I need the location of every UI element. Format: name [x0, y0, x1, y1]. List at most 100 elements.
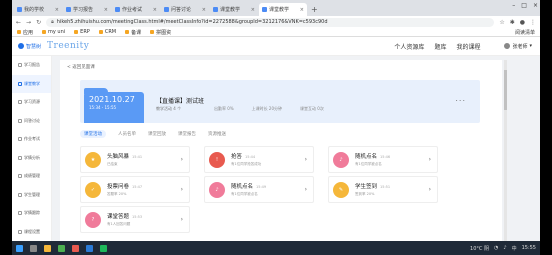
app-icon[interactable]: [72, 244, 79, 252]
tab-resource-push[interactable]: 资源推送: [208, 131, 226, 137]
reload-icon[interactable]: ↻: [36, 19, 41, 26]
sidebar-item-label: 作业考试: [24, 136, 40, 142]
back-link[interactable]: < 返回见面课: [67, 64, 95, 70]
sidebar-item-grades[interactable]: 成绩管理: [12, 167, 51, 186]
sidebar-item-homework[interactable]: 作业考试: [12, 130, 51, 149]
activity-name: 随机点名 15:49: [231, 182, 266, 190]
url-text: hikeh5.zhihuishu.com/meetingClass.html#/…: [56, 19, 328, 25]
close-icon[interactable]: ×: [251, 7, 255, 13]
activity-card[interactable]: ✎ 学生签到 15:51 签到率 20% ›: [328, 176, 438, 203]
back-arrow-icon[interactable]: ←: [16, 19, 21, 26]
sidebar-item-settings[interactable]: 课程设置: [12, 223, 51, 242]
clock[interactable]: 15:55: [522, 245, 536, 251]
address-bar[interactable]: 🔒︎ hikeh5.zhihuishu.com/meetingClass.htm…: [46, 17, 495, 27]
minimize-icon[interactable]: –: [512, 2, 515, 9]
forward-arrow-icon[interactable]: →: [26, 19, 31, 26]
discussion-icon: [18, 118, 22, 123]
network-icon[interactable]: ◔: [494, 245, 498, 251]
bookmark[interactable]: 备课: [125, 29, 141, 36]
session-stats: 出勤率 0% 上课时长 20分钟 课堂互动 0次: [214, 106, 324, 112]
nav-question-bank[interactable]: 题库: [434, 42, 446, 51]
activity-text: 随机点名 15:49 有1位同学被点名: [231, 182, 266, 197]
maximize-icon[interactable]: □: [521, 2, 527, 9]
activity-time: 15:47: [132, 185, 143, 189]
activity-time: 15:41: [132, 155, 143, 159]
sidebar-item-students[interactable]: 学生管理: [12, 186, 51, 205]
folder-icon: [98, 30, 103, 34]
activity-time: 15:51: [380, 185, 391, 189]
weather-widget[interactable]: 10°C 阴: [470, 245, 489, 252]
activity-card[interactable]: ♪ 随机点名 15:46 有1位同学被点名 ›: [328, 146, 438, 173]
bookmark[interactable]: ERP: [74, 29, 90, 35]
activity-card[interactable]: ♪ 随机点名 15:49 有1位同学被点名 ›: [204, 176, 314, 203]
close-icon[interactable]: ×: [104, 7, 108, 13]
attendance-stat: 出勤率 0%: [214, 106, 234, 111]
report-icon: [18, 63, 22, 68]
activity-card[interactable]: ? 课堂答题 15:53 有1人回答问题 ›: [80, 206, 190, 233]
sidebar-item-discussion[interactable]: 问答讨论: [12, 112, 51, 131]
browser-tab-bar: 我的学校 × 学习报告 × 作业考试 × 问答讨论 × 课堂教学 × 课堂教学 × + – …: [12, 0, 540, 16]
ime-indicator[interactable]: 中: [512, 245, 517, 252]
sidebar-item-learning-report[interactable]: 学习报告: [12, 56, 51, 75]
activity-card[interactable]: ! 抢答 15:44 有1位同学抢答成功 ›: [204, 146, 314, 173]
tab-report[interactable]: 课堂报告: [178, 131, 196, 137]
browser-tab[interactable]: 学习报告 ×: [63, 3, 111, 16]
favicon-icon: [115, 7, 120, 12]
browser-tab[interactable]: 我的学校 ×: [14, 3, 62, 16]
sidebar-item-label: 学习资源: [24, 99, 40, 105]
more-options-icon[interactable]: ...: [455, 94, 466, 103]
wechat-icon[interactable]: [100, 244, 107, 252]
windows-start-icon[interactable]: [16, 244, 23, 252]
scrollbar[interactable]: [504, 60, 507, 241]
file-explorer-icon[interactable]: [44, 244, 51, 252]
tab-replay[interactable]: 课堂回放: [148, 131, 166, 137]
menu-icon[interactable]: ⋮: [530, 19, 536, 26]
nav-resource-library[interactable]: 个人资源库: [394, 42, 424, 51]
sidebar-item-tracking[interactable]: 学情跟踪: [12, 204, 51, 223]
profile-icon[interactable]: ●: [520, 19, 525, 26]
scrollbar-thumb[interactable]: [504, 70, 507, 110]
sidebar-item-analytics[interactable]: 学情分析: [12, 149, 51, 168]
site-logo[interactable]: 智慧树: [18, 43, 41, 50]
activity-card[interactable]: ✓ 投票问卷 15:47 答题率 20% ›: [80, 176, 190, 203]
close-icon[interactable]: ×: [153, 7, 157, 13]
browser-tab[interactable]: 作业考试 ×: [112, 3, 160, 16]
reading-list[interactable]: 阅读清单: [515, 29, 535, 36]
sidebar-item-resources[interactable]: 学习资源: [12, 93, 51, 112]
browser-tab-active[interactable]: 课堂教学 ×: [259, 3, 307, 16]
students-icon: [18, 192, 22, 197]
tab-label: 课堂教学: [269, 7, 290, 13]
activity-card[interactable]: ★ 头脑风暴 15:41 已结束 ›: [80, 146, 190, 173]
bookmark[interactable]: CRM: [98, 29, 116, 35]
browser-tab[interactable]: 问答讨论 ×: [161, 3, 209, 16]
bookmark[interactable]: 应用: [17, 29, 33, 36]
bookmark[interactable]: 拼图资: [150, 29, 171, 36]
chevron-right-icon: ›: [304, 186, 307, 193]
sidebar-item-classroom-teaching[interactable]: 课堂教学: [12, 74, 51, 93]
close-icon[interactable]: ×: [300, 7, 304, 13]
tab-activities[interactable]: 课堂活动: [80, 130, 106, 138]
user-menu[interactable]: 张老师 ▾: [504, 43, 532, 50]
close-icon[interactable]: ×: [202, 7, 206, 13]
new-tab-icon[interactable]: +: [311, 3, 318, 16]
tracking-icon: [18, 211, 22, 216]
volume-icon[interactable]: ♪: [503, 245, 506, 251]
browser-tab[interactable]: 课堂教学 ×: [210, 3, 258, 16]
tab-label: 课堂教学: [220, 7, 241, 13]
star-icon[interactable]: ☆: [499, 19, 504, 26]
chrome-icon[interactable]: [58, 244, 65, 252]
window-controls: – □ ×: [512, 2, 538, 9]
close-window-icon[interactable]: ×: [533, 2, 538, 9]
close-icon[interactable]: ×: [55, 7, 59, 13]
search-icon[interactable]: [30, 244, 37, 252]
chevron-right-icon: ›: [304, 156, 307, 163]
activity-title: 随机点名: [231, 184, 254, 190]
favicon-icon: [17, 7, 22, 12]
extensions-icon[interactable]: ✱: [510, 19, 515, 26]
tab-roster[interactable]: 人员名单: [118, 131, 136, 137]
bookmark[interactable]: my uni: [42, 29, 65, 35]
folder-icon: [74, 30, 79, 34]
sidebar-item-label: 学习报告: [24, 62, 40, 68]
nav-my-courses[interactable]: 我的课程: [456, 42, 480, 51]
app-icon[interactable]: [86, 244, 93, 252]
